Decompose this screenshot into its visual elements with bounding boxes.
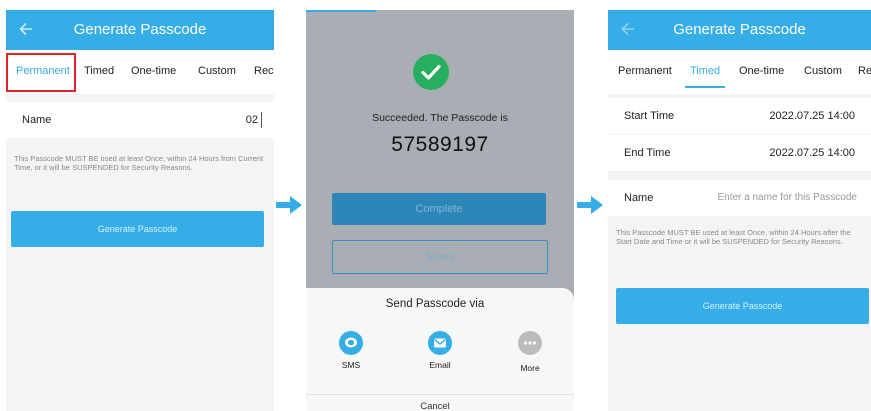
tab-one-time[interactable]: One-time [131, 65, 176, 77]
share-option-label: More [520, 363, 540, 373]
passcode-value: 57589197 [391, 133, 489, 156]
email-icon [428, 331, 452, 355]
tab-bar: Permanent Timed One-time Custom Rec [6, 50, 274, 94]
more-icon [518, 331, 542, 355]
screen-timed-passcode: Generate Passcode Permanent Timed One-ti… [608, 10, 871, 411]
app-bar: Generate Passcode [608, 10, 871, 50]
generate-passcode-button[interactable]: Generate Passcode [616, 288, 869, 324]
sms-icon [339, 331, 363, 355]
tab-recurring[interactable]: Rec [858, 65, 871, 77]
screen-permanent-passcode: Generate Passcode Permanent Timed One-ti… [6, 10, 274, 411]
passcode-note: This Passcode MUST BE used at least Once… [14, 154, 264, 172]
app-bar: Generate Passcode [6, 10, 274, 50]
success-message: Succeeded. The Passcode is [372, 112, 508, 124]
share-option-label: Email [429, 360, 451, 370]
check-circle-icon [413, 54, 449, 90]
name-input[interactable]: 02 [246, 114, 258, 126]
start-time-label: Start Time [624, 110, 675, 122]
name-field-row[interactable]: Name Enter a name for this Passcode [608, 180, 871, 216]
generate-passcode-button[interactable]: Generate Passcode [11, 211, 264, 247]
end-time-row[interactable]: End Time 2022.07.25 14:00 [608, 135, 871, 171]
complete-button[interactable]: Complete [332, 193, 546, 225]
top-accent-line [306, 10, 376, 12]
tab-recurring[interactable]: Rec [254, 65, 274, 77]
share-sheet: Send Passcode via SMS Email More Cancel [306, 288, 574, 411]
share-option-email[interactable]: Email [410, 331, 470, 370]
end-time-value[interactable]: 2022.07.25 14:00 [769, 147, 855, 159]
sheet-title: Send Passcode via [385, 298, 485, 310]
share-option-label: SMS [341, 360, 361, 370]
name-input[interactable]: Enter a name for this Passcode [717, 192, 857, 203]
divider [306, 394, 574, 395]
name-label: Name [22, 114, 52, 126]
end-time-label: End Time [624, 147, 671, 159]
active-tab-indicator [685, 86, 725, 88]
tab-timed[interactable]: Timed [690, 65, 720, 77]
share-option-more[interactable]: More [500, 331, 560, 373]
tab-custom[interactable]: Custom [198, 65, 236, 77]
tab-timed[interactable]: Timed [84, 65, 114, 77]
name-field-row[interactable]: Name 02 [6, 102, 274, 138]
screen-passcode-result: Succeeded. The Passcode is 57589197 Comp… [306, 10, 574, 411]
passcode-note: This Passcode MUST BE used at least Once… [616, 228, 851, 246]
tab-custom[interactable]: Custom [804, 65, 842, 77]
text-caret [261, 112, 262, 128]
share-option-sms[interactable]: SMS [321, 331, 381, 370]
highlight-box [6, 53, 76, 92]
cancel-button[interactable]: Cancel [306, 401, 574, 411]
arrow-right-icon [577, 196, 603, 214]
tab-bar: Permanent Timed One-time Custom Rec [608, 50, 871, 94]
tab-permanent[interactable]: Permanent [618, 65, 672, 77]
share-button[interactable]: Share [332, 240, 548, 274]
start-time-value[interactable]: 2022.07.25 14:00 [769, 110, 855, 122]
tab-one-time[interactable]: One-time [739, 65, 784, 77]
arrow-right-icon [276, 196, 302, 214]
page-title: Generate Passcode [673, 21, 806, 38]
start-time-row[interactable]: Start Time 2022.07.25 14:00 [608, 98, 871, 134]
name-label: Name [624, 192, 654, 204]
page-title: Generate Passcode [73, 21, 207, 38]
